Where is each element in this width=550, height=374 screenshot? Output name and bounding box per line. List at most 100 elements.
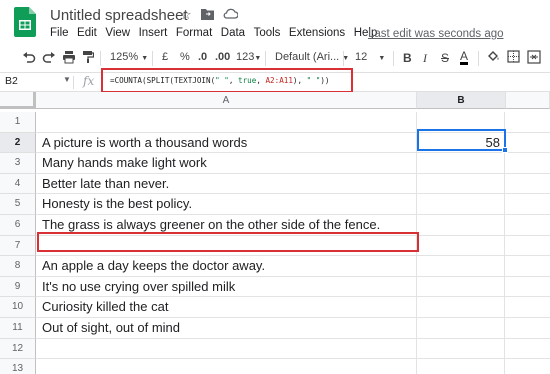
cell-a[interactable]: An apple a day keeps the doctor away. bbox=[36, 256, 417, 276]
text-color-button[interactable]: A bbox=[460, 50, 469, 65]
cell-a[interactable]: Better late than never. bbox=[36, 173, 417, 194]
table-row bbox=[36, 359, 550, 374]
increase-decimal-button[interactable]: .00 bbox=[215, 51, 230, 63]
row-header[interactable]: 12 bbox=[0, 338, 36, 360]
row-header[interactable]: 1 bbox=[0, 112, 36, 133]
cell-a[interactable] bbox=[36, 112, 417, 132]
cell-c[interactable] bbox=[505, 215, 550, 235]
more-formats-select[interactable]: 123▼ bbox=[236, 51, 261, 63]
row-header[interactable]: 9 bbox=[0, 276, 36, 298]
bold-button[interactable]: B bbox=[403, 51, 412, 65]
move-folder-icon[interactable] bbox=[200, 8, 214, 23]
cell-b[interactable] bbox=[417, 276, 505, 297]
fill-color-icon[interactable] bbox=[487, 50, 500, 64]
cell-b[interactable] bbox=[417, 338, 505, 359]
row-header[interactable]: 3 bbox=[0, 153, 36, 174]
table-row: An apple a day keeps the doctor away. bbox=[36, 256, 550, 277]
cell-b[interactable] bbox=[417, 215, 505, 235]
table-row: Honesty is the best policy. bbox=[36, 194, 550, 215]
cell-b[interactable] bbox=[417, 173, 505, 194]
undo-icon[interactable] bbox=[22, 50, 36, 64]
cell-c[interactable] bbox=[505, 339, 550, 359]
select-all-corner[interactable] bbox=[0, 92, 36, 109]
paint-format-icon[interactable] bbox=[82, 50, 94, 64]
cell-c[interactable] bbox=[505, 194, 550, 214]
decrease-decimal-button[interactable]: .0 bbox=[198, 51, 207, 63]
cell-b[interactable] bbox=[417, 256, 505, 276]
menu-data[interactable]: Data bbox=[221, 27, 245, 39]
menu-insert[interactable]: Insert bbox=[139, 27, 168, 39]
chevron-down-icon[interactable]: ▼ bbox=[63, 75, 71, 84]
last-edit-link[interactable]: Last edit was seconds ago bbox=[368, 28, 504, 40]
borders-icon[interactable] bbox=[507, 50, 520, 64]
table-row bbox=[36, 338, 550, 360]
cell-b[interactable] bbox=[417, 153, 505, 173]
cell-c[interactable] bbox=[505, 153, 550, 173]
cell-c[interactable] bbox=[505, 359, 550, 374]
menu-edit[interactable]: Edit bbox=[77, 27, 97, 39]
cell-a[interactable] bbox=[36, 359, 417, 374]
document-title[interactable]: Untitled spreadsheet bbox=[50, 7, 188, 24]
cell-a[interactable]: Honesty is the best policy. bbox=[36, 194, 417, 214]
cell-c[interactable] bbox=[505, 277, 550, 297]
currency-format-button[interactable]: £ bbox=[162, 51, 168, 63]
cell-c[interactable] bbox=[505, 256, 550, 276]
selected-cell-outline bbox=[417, 129, 506, 151]
cell-b[interactable] bbox=[417, 318, 505, 338]
menu-file[interactable]: File bbox=[50, 27, 69, 39]
cell-a[interactable]: It's no use crying over spilled milk bbox=[36, 276, 417, 297]
row-header[interactable]: 10 bbox=[0, 297, 36, 318]
cell-a[interactable]: Out of sight, out of mind bbox=[36, 318, 417, 338]
table-row: It's no use crying over spilled milk bbox=[36, 276, 550, 298]
row-header[interactable]: 8 bbox=[0, 256, 36, 277]
menu-tools[interactable]: Tools bbox=[254, 27, 281, 39]
cell-a[interactable] bbox=[36, 338, 417, 359]
row-header[interactable]: 13 bbox=[0, 359, 36, 374]
cell-a[interactable]: Many hands make light work bbox=[36, 153, 417, 173]
column-header-c[interactable] bbox=[506, 92, 550, 109]
cell-b[interactable] bbox=[417, 194, 505, 214]
table-row: Many hands make light work bbox=[36, 153, 550, 174]
menu-format[interactable]: Format bbox=[176, 27, 212, 39]
name-box[interactable]: B2 bbox=[5, 75, 18, 87]
zoom-select[interactable]: 125% ▼ bbox=[110, 51, 148, 63]
strikethrough-button[interactable]: S bbox=[441, 51, 449, 65]
star-icon[interactable]: ☆ bbox=[180, 8, 192, 23]
redo-icon[interactable] bbox=[42, 50, 56, 64]
cell-c[interactable] bbox=[505, 133, 550, 153]
table-row: Better late than never. bbox=[36, 173, 550, 195]
cell-c[interactable] bbox=[505, 174, 550, 194]
percent-format-button[interactable]: % bbox=[180, 51, 190, 63]
chevron-down-icon: ▼ bbox=[141, 55, 149, 62]
row-header[interactable]: 6 bbox=[0, 215, 36, 236]
empty-row-highlight-box bbox=[37, 232, 419, 252]
cell-c[interactable] bbox=[505, 297, 550, 317]
cloud-status-icon[interactable] bbox=[223, 8, 239, 23]
merge-cells-icon[interactable] bbox=[527, 50, 541, 64]
cell-c[interactable] bbox=[505, 112, 550, 132]
menu-view[interactable]: View bbox=[105, 27, 130, 39]
title-bar: Untitled spreadsheet ☆ File Edit View In… bbox=[0, 0, 550, 45]
font-select[interactable]: Default (Ari... ▼ bbox=[275, 51, 349, 63]
row-header[interactable]: 4 bbox=[0, 173, 36, 195]
cell-b[interactable] bbox=[417, 235, 505, 256]
sheets-logo-icon[interactable] bbox=[14, 7, 36, 37]
row-header[interactable]: 11 bbox=[0, 318, 36, 339]
cell-a[interactable]: A picture is worth a thousand words bbox=[36, 132, 417, 153]
chevron-down-icon: ▼ bbox=[378, 55, 386, 62]
column-header-a[interactable]: A bbox=[36, 92, 417, 109]
fill-handle[interactable] bbox=[502, 147, 508, 153]
italic-button[interactable]: I bbox=[423, 51, 427, 66]
row-header[interactable]: 5 bbox=[0, 194, 36, 215]
cell-c[interactable] bbox=[505, 318, 550, 338]
menu-extensions[interactable]: Extensions bbox=[289, 27, 345, 39]
cell-b[interactable] bbox=[417, 297, 505, 317]
cell-a[interactable]: Curiosity killed the cat bbox=[36, 297, 417, 317]
font-size-select[interactable]: 12 ▼ bbox=[355, 51, 385, 63]
cell-c[interactable] bbox=[505, 236, 550, 256]
print-icon[interactable] bbox=[62, 50, 76, 64]
row-header[interactable]: 2 bbox=[0, 132, 36, 154]
row-header[interactable]: 7 bbox=[0, 235, 36, 257]
column-header-b[interactable]: B bbox=[417, 92, 506, 109]
cell-b[interactable] bbox=[417, 359, 505, 374]
